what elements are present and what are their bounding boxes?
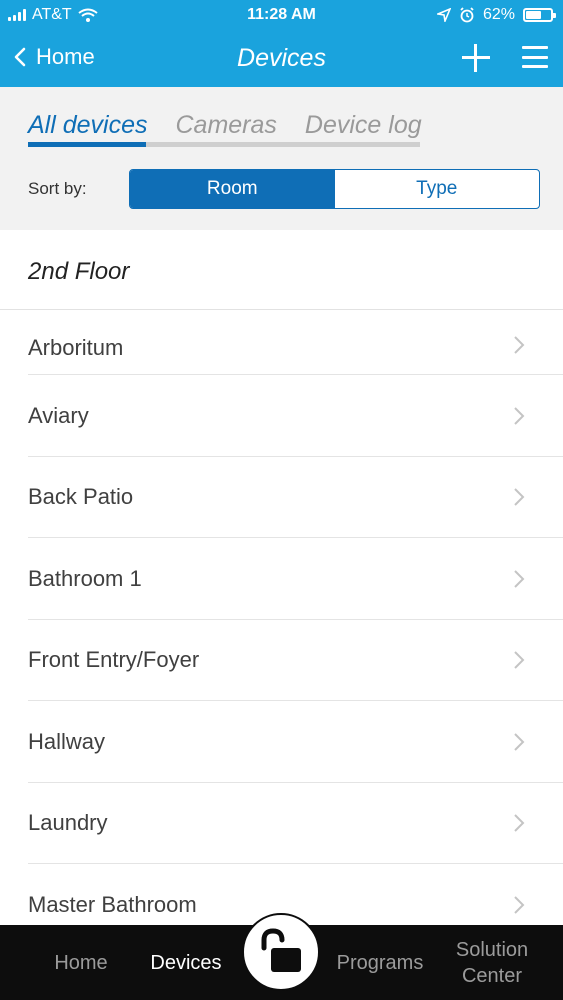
security-lock-button[interactable]: [242, 913, 320, 991]
solution-center-line1: Solution: [455, 938, 529, 961]
status-bar: AT&T 11:28 AM 62%: [0, 0, 563, 30]
list-item[interactable]: Hallway: [0, 701, 563, 783]
bottom-tab-bar: Home Devices Programs Solution Center: [0, 913, 563, 1000]
filter-panel: All devices Cameras Device log Sort by: …: [0, 87, 563, 230]
tab-all-devices[interactable]: All devices: [28, 111, 148, 140]
sort-segmented-control: Room Type: [129, 169, 540, 209]
plus-icon[interactable]: [462, 44, 490, 72]
device-tabs: All devices Cameras Device log: [28, 111, 422, 140]
tab-active-indicator: [28, 142, 146, 147]
sort-room-button[interactable]: Room: [130, 170, 335, 208]
list-item[interactable]: Bathroom 1: [0, 538, 563, 620]
room-label: Bathroom 1: [28, 565, 142, 591]
nav-bar: Home Devices: [0, 30, 563, 87]
chevron-right-icon: [514, 488, 525, 506]
tabbar-programs[interactable]: Programs: [330, 925, 430, 1000]
chevron-right-icon: [514, 896, 525, 914]
tabbar-home[interactable]: Home: [30, 925, 132, 1000]
room-label: Hallway: [28, 728, 106, 754]
status-right: 62%: [436, 6, 556, 24]
sort-label: Sort by:: [28, 179, 87, 198]
chevron-right-icon: [514, 733, 525, 751]
room-label: Master Bathroom: [28, 891, 197, 917]
chevron-right-icon: [514, 814, 525, 832]
list-item[interactable]: Laundry: [0, 783, 563, 865]
solution-center-line2: Center: [461, 964, 523, 987]
room-label: Front Entry/Foyer: [28, 647, 200, 673]
location-icon: [436, 8, 451, 22]
tab-device-log[interactable]: Device log: [305, 111, 422, 140]
chevron-right-icon: [514, 651, 525, 669]
chevron-right-icon: [514, 570, 525, 588]
list-item[interactable]: Arboritum: [0, 311, 563, 375]
hamburger-menu-icon[interactable]: [522, 46, 548, 68]
battery-percent: 62%: [482, 6, 515, 23]
room-label: Laundry: [28, 810, 108, 836]
tabbar-devices[interactable]: Devices: [140, 925, 232, 1000]
unlocked-padlock-icon: [261, 928, 301, 972]
room-list: Arboritum Aviary Back Patio Bathroom 1 F…: [0, 311, 563, 946]
battery-fill: [526, 11, 541, 19]
section-header: 2nd Floor: [0, 230, 563, 310]
section-title: 2nd Floor: [28, 258, 130, 285]
tabbar-solution-center[interactable]: Solution Center: [438, 925, 546, 1000]
room-label: Arboritum: [28, 335, 124, 360]
app-header: AT&T 11:28 AM 62% Home Devices: [0, 0, 563, 87]
room-label: Back Patio: [28, 484, 134, 510]
sort-type-button[interactable]: Type: [335, 170, 540, 208]
list-item[interactable]: Front Entry/Foyer: [0, 620, 563, 702]
chevron-right-icon: [514, 336, 525, 354]
list-item[interactable]: Aviary: [0, 375, 563, 457]
battery-icon: [523, 8, 556, 22]
list-item[interactable]: Back Patio: [0, 457, 563, 539]
room-label: Aviary: [28, 402, 89, 428]
chevron-right-icon: [514, 407, 525, 425]
tab-cameras[interactable]: Cameras: [176, 111, 277, 140]
alarm-icon: [460, 7, 474, 23]
